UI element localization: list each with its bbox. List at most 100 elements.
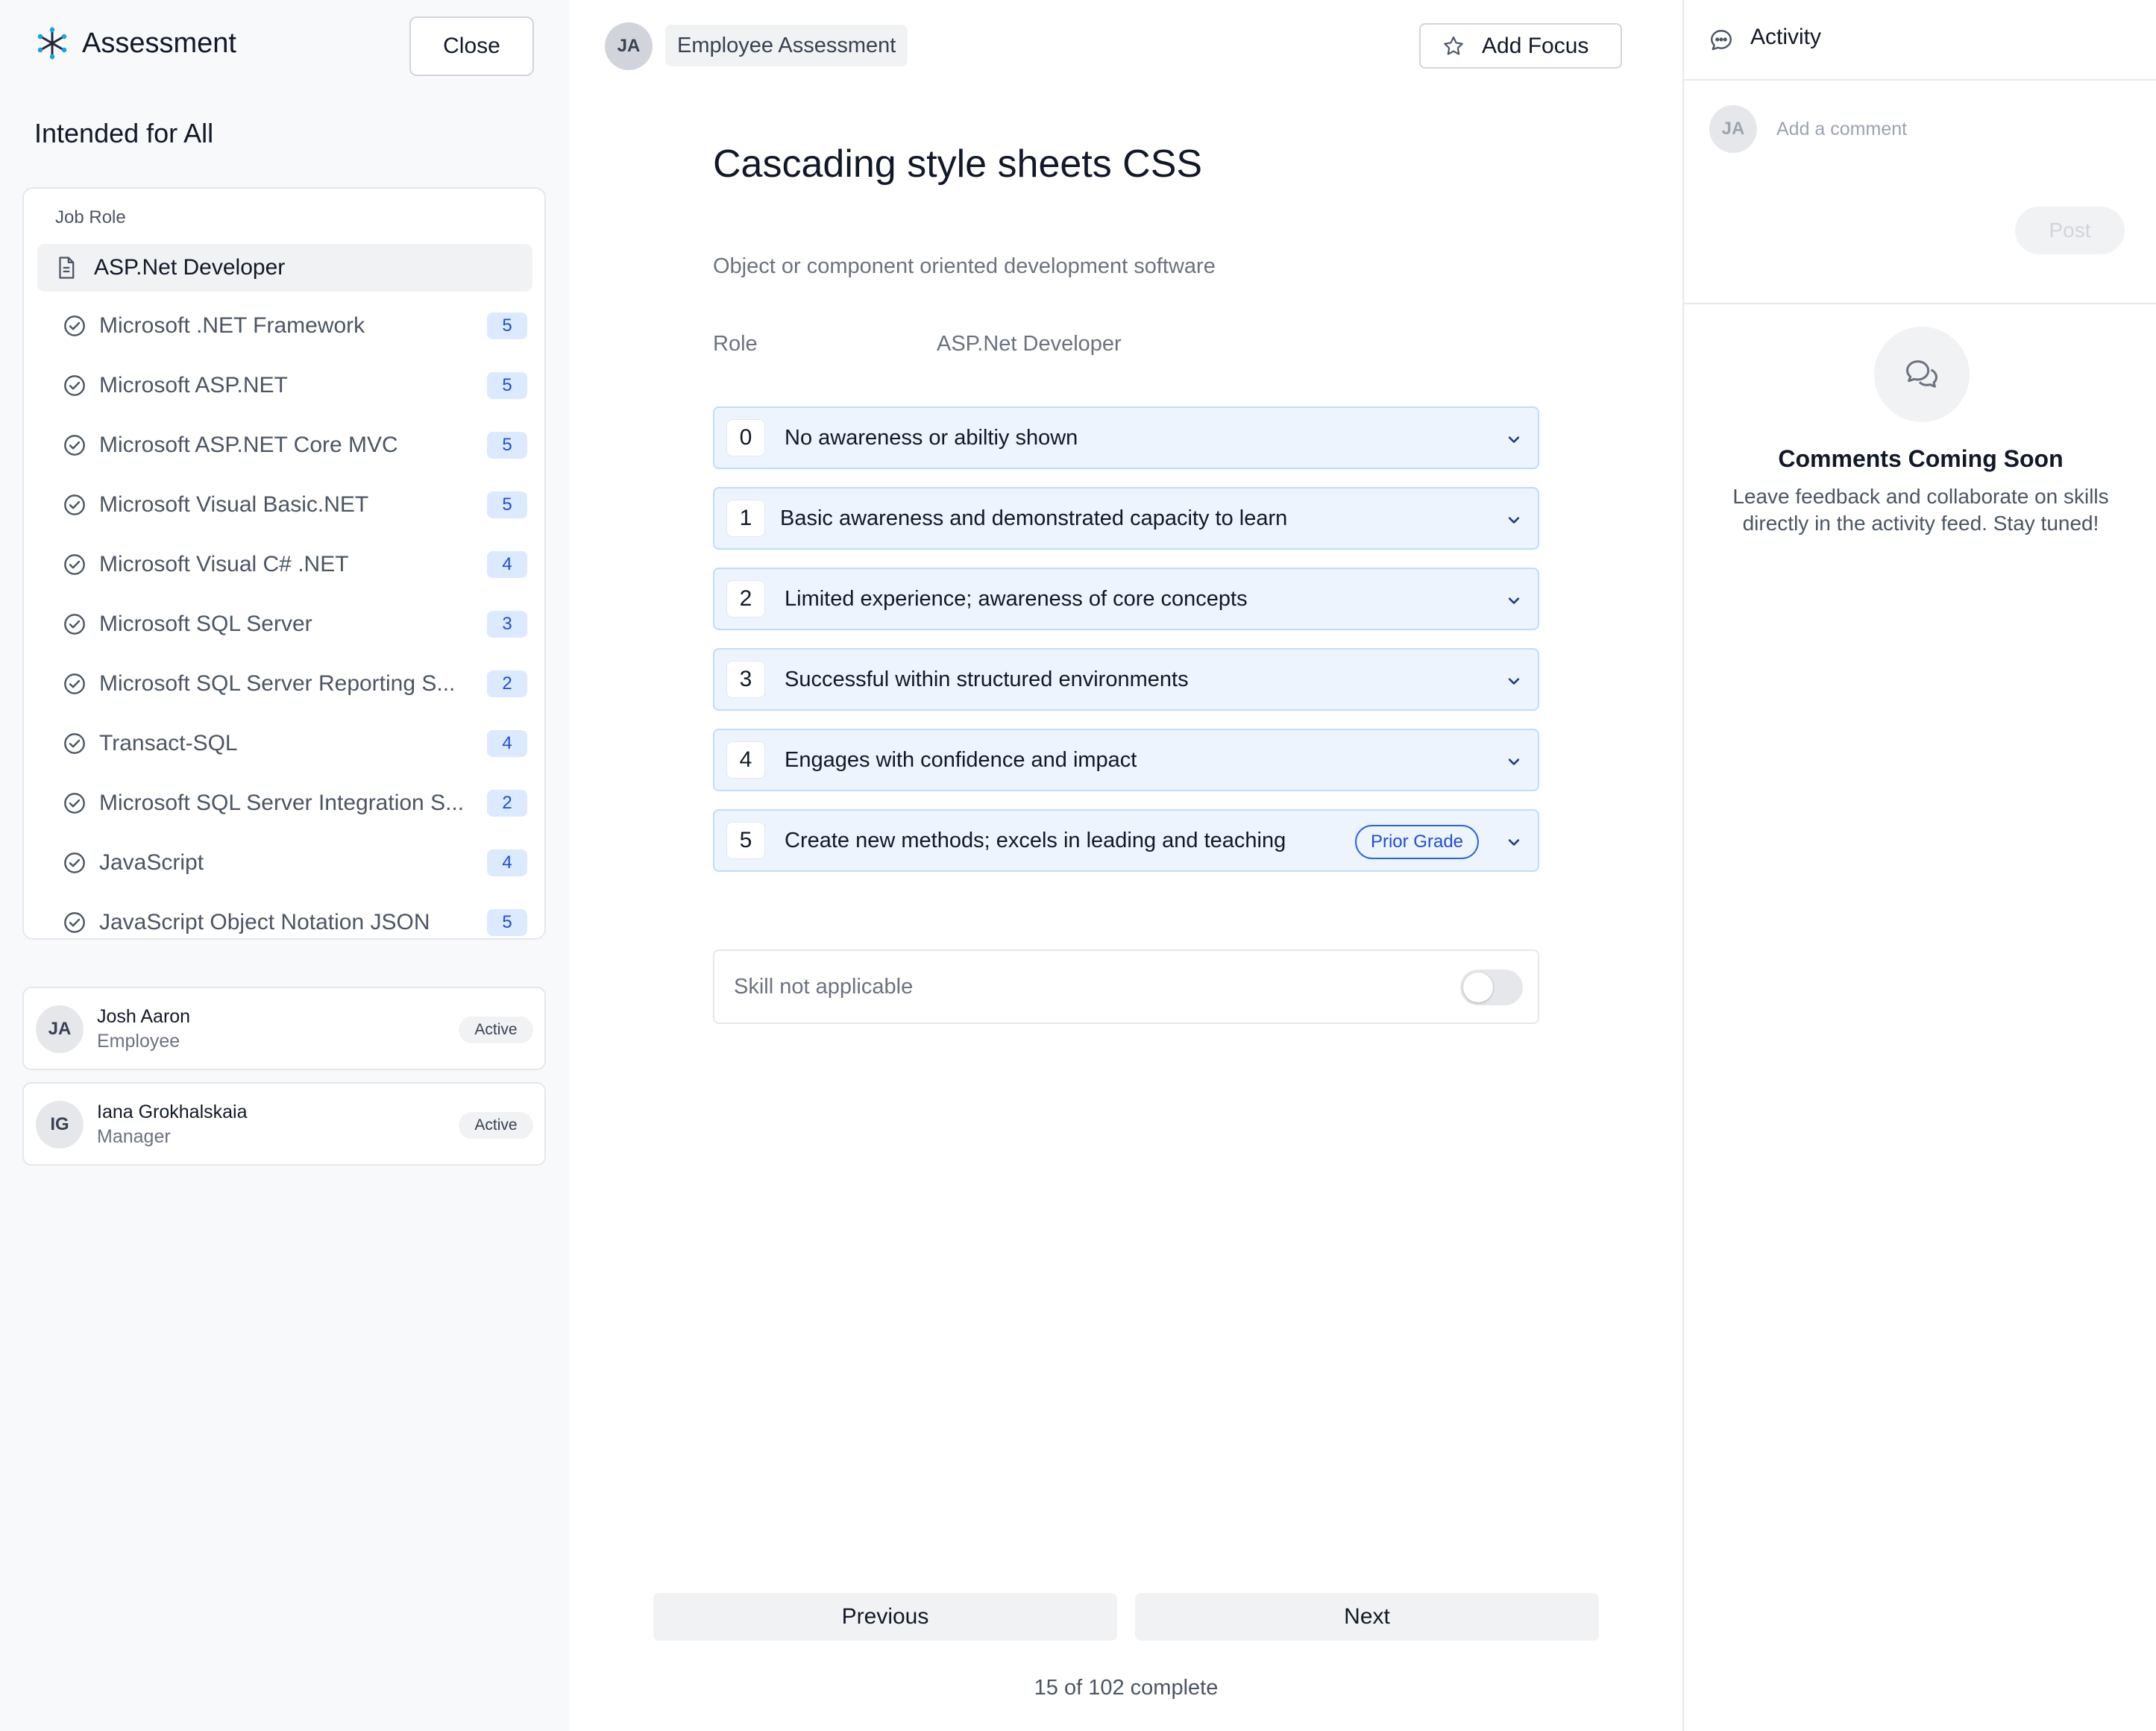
skill-count-badge: 3 <box>487 611 527 638</box>
skill-list-item[interactable]: Microsoft SQL Server Reporting S... 2 <box>24 662 544 706</box>
person-role: Manager <box>97 1126 171 1147</box>
avatar: IG <box>36 1101 84 1149</box>
comments-coming-soon-title: Comments Coming Soon <box>1778 445 2064 472</box>
progress-text: 15 of 102 complete <box>1034 1676 1219 1700</box>
skill-count-badge: 5 <box>487 432 527 459</box>
chat-bubble-icon <box>1711 30 1732 51</box>
chevron-down-icon[interactable] <box>1503 590 1524 611</box>
level-number: 3 <box>726 661 765 698</box>
skill-list-item[interactable]: JavaScript 4 <box>24 841 544 885</box>
post-button[interactable]: Post <box>2015 207 2125 254</box>
skill-count-badge: 5 <box>487 312 527 339</box>
chevron-down-icon[interactable] <box>1503 751 1524 772</box>
person-role: Employee <box>97 1031 180 1052</box>
chevron-down-icon[interactable] <box>1503 832 1524 852</box>
check-circle-icon <box>64 793 85 814</box>
skill-count-badge: 2 <box>487 790 527 817</box>
skill-description: Object or component oriented development… <box>713 254 1216 278</box>
not-applicable-toggle[interactable] <box>1460 970 1523 1005</box>
close-button[interactable]: Close <box>409 16 534 76</box>
skill-list-item[interactable]: Microsoft Visual Basic.NET 5 <box>24 483 544 527</box>
skill-label: Microsoft Visual Basic.NET <box>99 492 369 517</box>
comment-composer: JA Post <box>1684 81 2156 304</box>
activity-header: Activity <box>1684 0 2156 81</box>
skill-list-item[interactable]: Microsoft ASP.NET 5 <box>24 363 544 408</box>
skill-label: Microsoft SQL Server Reporting S... <box>99 671 456 696</box>
assessment-type-tag: Employee Assessment <box>665 25 908 66</box>
level-option-0[interactable]: 0 No awareness or abiltiy shown <box>713 406 1539 469</box>
level-option-4[interactable]: 4 Engages with confidence and impact <box>713 729 1539 791</box>
chevron-down-icon[interactable] <box>1503 670 1524 691</box>
not-applicable-row: Skill not applicable <box>713 949 1539 1024</box>
not-applicable-label: Skill not applicable <box>734 975 914 999</box>
level-number: 5 <box>726 822 765 859</box>
snowflake-logo-icon <box>37 27 67 60</box>
person-name: Iana Grokhalskaia <box>97 1102 248 1122</box>
audience-label: Intended for All <box>34 118 214 148</box>
next-button[interactable]: Next <box>1135 1593 1599 1641</box>
level-text: No awareness or abiltiy shown <box>785 425 1078 450</box>
toggle-knob <box>1463 973 1493 1002</box>
status-badge: Active <box>459 1017 533 1043</box>
level-text: Create new methods; excels in leading an… <box>785 828 1286 852</box>
skill-label: JavaScript <box>99 850 204 875</box>
check-circle-icon <box>64 673 85 694</box>
level-number: 4 <box>726 741 765 779</box>
level-option-5[interactable]: 5 Create new methods; excels in leading … <box>713 809 1539 872</box>
check-circle-icon <box>64 912 85 933</box>
comment-input[interactable] <box>1776 110 2134 148</box>
person-card-manager: IG Iana Grokhalskaia Manager Active <box>22 1082 546 1166</box>
skill-list-item[interactable]: Microsoft SQL Server Integration S... 2 <box>24 781 544 826</box>
check-circle-icon <box>64 375 85 396</box>
level-number: 2 <box>726 580 765 618</box>
check-circle-icon <box>64 435 85 456</box>
previous-button[interactable]: Previous <box>653 1593 1117 1641</box>
level-text: Engages with confidence and impact <box>785 747 1137 772</box>
chevron-down-icon[interactable] <box>1503 509 1524 530</box>
skill-list-item[interactable]: Microsoft Visual C# .NET 4 <box>24 542 544 587</box>
add-focus-button[interactable]: Add Focus <box>1419 23 1622 69</box>
skill-label: Microsoft ASP.NET <box>99 373 288 398</box>
app-title: Assessment <box>82 27 236 59</box>
skill-list-item[interactable]: Microsoft ASP.NET Core MVC 5 <box>24 423 544 468</box>
comments-empty-icon <box>1874 327 1970 422</box>
check-circle-icon <box>64 315 85 336</box>
skill-label: Transact-SQL <box>99 731 238 755</box>
comments-coming-soon-text: Leave feedback and collaborate on skills… <box>1732 485 2109 535</box>
check-circle-icon <box>64 852 85 873</box>
person-name: Josh Aaron <box>97 1006 191 1027</box>
chevron-down-icon[interactable] <box>1503 429 1524 450</box>
chat-bubbles-icon <box>1905 360 1938 388</box>
job-role-card: Job Role ASP.Net Developer Microsoft .NE… <box>22 187 546 940</box>
job-role-item[interactable]: ASP.Net Developer <box>37 244 532 292</box>
level-option-3[interactable]: 3 Successful within structured environme… <box>713 648 1539 711</box>
skill-list-item[interactable]: JavaScript Object Notation JSON 5 <box>24 900 544 938</box>
skill-label: Microsoft SQL Server <box>99 612 312 636</box>
prior-grade-badge: Prior Grade <box>1355 825 1479 859</box>
level-option-1[interactable]: 1 Basic awareness and demonstrated capac… <box>713 487 1539 550</box>
skill-list-item[interactable]: Microsoft SQL Server 3 <box>24 602 544 647</box>
skill-label: JavaScript Object Notation JSON <box>99 910 430 934</box>
job-role-heading: Job Role <box>55 207 126 227</box>
skill-label: Microsoft Visual C# .NET <box>99 552 349 577</box>
level-text: Limited experience; awareness of core co… <box>785 586 1248 611</box>
add-focus-label: Add Focus <box>1482 33 1589 58</box>
skill-list-item[interactable]: Transact-SQL 4 <box>24 721 544 766</box>
skill-count-badge: 4 <box>487 849 527 876</box>
role-value: ASP.Net Developer <box>937 332 1122 356</box>
avatar: JA <box>1709 105 1757 153</box>
skill-count-badge: 4 <box>487 551 527 578</box>
level-text: Basic awareness and demonstrated capacit… <box>780 506 1288 530</box>
skill-count-badge: 2 <box>487 670 527 697</box>
avatar[interactable]: JA <box>605 22 653 70</box>
skill-label: Microsoft SQL Server Integration S... <box>99 791 465 815</box>
skill-list-item[interactable]: Microsoft .NET Framework 5 <box>24 304 544 348</box>
brand: Assessment <box>34 25 236 61</box>
check-circle-icon <box>64 554 85 575</box>
level-option-2[interactable]: 2 Limited experience; awareness of core … <box>713 568 1539 630</box>
skill-label: Microsoft .NET Framework <box>99 313 365 338</box>
check-circle-icon <box>64 614 85 635</box>
level-text: Successful within structured environment… <box>785 667 1189 691</box>
skill-count-badge: 5 <box>487 372 527 399</box>
role-label: Role <box>713 332 758 356</box>
